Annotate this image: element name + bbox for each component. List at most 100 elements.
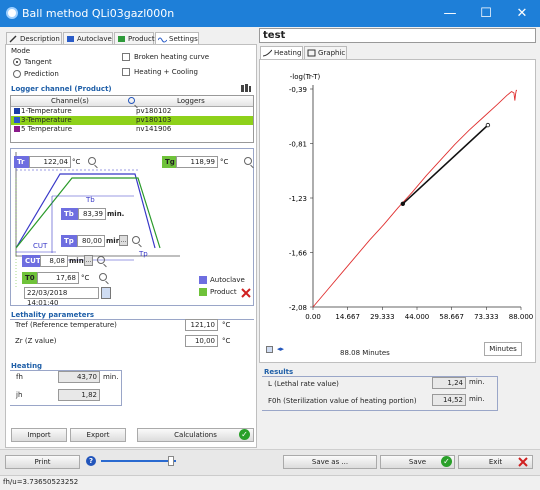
table-row[interactable]: 5 Temperature nv141906 xyxy=(11,125,253,134)
app-icon xyxy=(6,7,18,19)
cube-blue-icon xyxy=(67,36,74,42)
help-icon[interactable]: ? xyxy=(86,456,96,466)
import-button[interactable]: Import xyxy=(11,428,67,442)
save-as-label: Save as ... xyxy=(311,458,349,466)
import-label: Import xyxy=(27,431,51,439)
tp-search-icon[interactable] xyxy=(132,236,140,244)
legend-product: Product xyxy=(210,288,237,296)
save-as-button[interactable]: Save as ... xyxy=(283,455,377,469)
tab-graphic[interactable]: Graphic xyxy=(304,46,347,59)
channel-swatch xyxy=(14,126,20,132)
tangent-line xyxy=(402,124,489,205)
print-button[interactable]: Print xyxy=(5,455,80,469)
tref-unit: °C xyxy=(222,321,231,329)
cut-label: CUT xyxy=(22,255,41,267)
tg-label: Tg xyxy=(162,156,176,168)
calculations-button[interactable]: Calculations xyxy=(137,428,254,442)
legend-autoclave: Autoclave xyxy=(210,276,245,284)
col-channels[interactable]: Channel(s) xyxy=(51,97,89,105)
zoom-slider-track[interactable] xyxy=(101,460,176,462)
pencil-icon xyxy=(9,35,17,43)
checkbox-heating-cooling[interactable] xyxy=(122,68,130,76)
tab-product-label: Product xyxy=(128,35,155,43)
t0-search-icon[interactable] xyxy=(99,273,107,281)
save-check-icon: ✓ xyxy=(441,456,452,467)
search-icon[interactable] xyxy=(128,97,135,104)
col-loggers[interactable]: Loggers xyxy=(177,97,205,105)
exit-label: Exit xyxy=(488,458,503,466)
export-button[interactable]: Export xyxy=(70,428,126,442)
logger-table: Channel(s) Loggers 1-Temperature pv180102… xyxy=(10,95,254,143)
x-tick-label: 44.000 xyxy=(405,313,430,321)
heating-chart: -log(Tr-T) -0,39 -0,81 -1,23 -1,66 -2,080.00 1… xyxy=(289,73,534,321)
f0-label: F0h (Sterilization value of heating port… xyxy=(268,397,417,405)
calculations-label: Calculations xyxy=(174,431,217,439)
minimize-button[interactable]: — xyxy=(432,0,468,27)
logger-heading: Logger channel (Product) xyxy=(11,85,112,93)
mode-heading: Mode xyxy=(11,47,31,55)
calendar-icon[interactable] xyxy=(101,287,111,299)
tangent-point xyxy=(400,201,406,207)
tp-label: Tp xyxy=(61,235,77,247)
tr-search-icon[interactable] xyxy=(88,157,96,165)
tg-field[interactable]: 118,99 xyxy=(176,156,218,168)
tab-heating-label: Heating xyxy=(274,49,302,57)
tb-field[interactable]: 83,39 xyxy=(78,208,106,220)
x-tick-label: 88.000 xyxy=(509,313,534,321)
x-tick-label: 0.00 xyxy=(305,313,321,321)
t0-field[interactable]: 17,68 xyxy=(37,272,79,284)
cut-unit: min xyxy=(69,257,84,265)
status-bar: fh/u=3.73650523252 xyxy=(0,475,540,490)
chart-nav-icon[interactable]: ◂▸ xyxy=(277,345,284,353)
tr-label: Tr xyxy=(14,156,29,168)
radio-prediction[interactable] xyxy=(13,70,21,78)
cube-green-icon xyxy=(118,36,125,42)
logger-name: pv180102 xyxy=(136,107,172,115)
results-heading: Results xyxy=(264,368,294,376)
tab-graphic-label: Graphic xyxy=(318,49,346,57)
maximize-button[interactable]: ☐ xyxy=(468,0,504,27)
channel-name: 5 Temperature xyxy=(21,125,73,133)
logger-rows: 1-Temperature pv180102 3-Temperature pv180… xyxy=(11,107,253,134)
name-field[interactable]: test xyxy=(259,28,536,43)
table-row[interactable]: 1-Temperature pv180102 xyxy=(11,107,253,116)
clear-icon[interactable] xyxy=(240,287,252,299)
title-bar: Ball method QLi03gazl000n — ☐ ✕ xyxy=(0,0,540,27)
cursor-readout: 88.08 Minutes xyxy=(340,349,390,357)
zoom-slider-thumb[interactable] xyxy=(168,456,174,466)
x-tick-label: 29.333 xyxy=(370,313,395,321)
datetime-field[interactable]: 22/03/2018 14:01:40 xyxy=(24,287,99,307)
tp-field[interactable]: 80,00 xyxy=(77,235,105,247)
logger-name: nv141906 xyxy=(136,125,172,133)
tp-more-button[interactable]: … xyxy=(119,235,128,246)
tb-unit: min. xyxy=(107,210,125,218)
radio-tangent[interactable] xyxy=(13,58,21,66)
zr-field[interactable]: 10,00 xyxy=(185,335,218,347)
tr-field[interactable]: 122,04 xyxy=(29,156,71,168)
close-button[interactable]: ✕ xyxy=(504,0,540,27)
cut-search-icon[interactable] xyxy=(97,256,105,264)
tref-label: Tref (Reference temperature) xyxy=(15,321,117,329)
x-tick-label: 73.333 xyxy=(474,313,499,321)
y-axis-label: -log(Tr-T) xyxy=(290,73,321,81)
cut-field[interactable]: 8,08 xyxy=(40,255,68,267)
radio-prediction-label: Prediction xyxy=(24,70,59,78)
tab-heating[interactable]: Heating xyxy=(260,46,303,59)
print-label: Print xyxy=(34,458,51,466)
fh-field: 43,70 xyxy=(58,371,100,383)
chart-expand-icon[interactable] xyxy=(266,346,273,353)
table-row-selected[interactable]: 3-Temperature pv180103 xyxy=(11,116,253,125)
x-tick-label: 58.667 xyxy=(439,313,464,321)
tangent-point xyxy=(485,122,491,128)
y-tick-label: -2,08 xyxy=(289,304,307,312)
cut-more-button[interactable]: … xyxy=(84,255,93,266)
units-button[interactable]: Minutes xyxy=(484,342,522,356)
checkbox-broken-heating[interactable] xyxy=(122,53,130,61)
checkbox-broken-heating-label: Broken heating curve xyxy=(134,53,210,61)
jh-field: 1,82 xyxy=(58,389,100,401)
radio-tangent-label: Tangent xyxy=(24,58,52,66)
tg-search-icon[interactable] xyxy=(244,157,252,165)
channel-swatch xyxy=(14,117,20,123)
tref-field[interactable]: 121,10 xyxy=(185,319,218,331)
save-label: Save xyxy=(408,458,427,466)
